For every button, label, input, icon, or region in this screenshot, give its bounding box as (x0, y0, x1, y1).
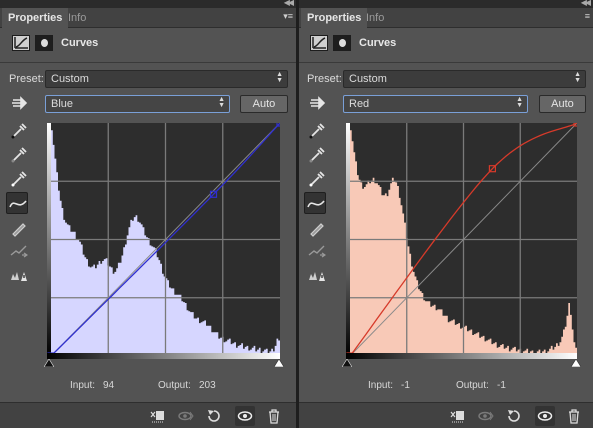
edit-points-curve-icon[interactable] (304, 192, 326, 214)
white-point-eyedropper-icon[interactable] (8, 168, 30, 190)
panel-menu-icon[interactable]: ≡ (585, 11, 590, 21)
black-point-eyedropper-icon[interactable] (8, 120, 30, 142)
curves-graph[interactable] (346, 123, 577, 356)
black-point-eyedropper-icon[interactable] (306, 120, 328, 142)
preset-label: Preset: (9, 73, 44, 85)
panel-tabbar: Properties Info ▾≡ (0, 8, 296, 28)
divider (0, 62, 296, 63)
on-image-adjust-tool[interactable] (8, 92, 30, 114)
panel-tabbar: Properties Info ≡ (299, 8, 593, 28)
curves-graph[interactable] (47, 123, 280, 356)
panel-bottom-bar (0, 402, 296, 428)
select-arrows-icon: ▲ ▼ (218, 96, 225, 109)
clipping-warning-icon[interactable] (8, 264, 30, 286)
select-arrows-icon: ▲ ▼ (516, 96, 523, 109)
output-readout-value: -1 (497, 380, 506, 391)
adjustment-header: Curves (299, 30, 593, 58)
clip-to-layer-icon[interactable] (448, 406, 468, 426)
reset-icon[interactable] (504, 406, 524, 426)
smooth-curve-icon[interactable] (306, 240, 328, 262)
input-gradient-bar (346, 123, 350, 356)
reset-icon[interactable] (204, 406, 224, 426)
tab-properties[interactable]: Properties (2, 8, 69, 28)
preset-select[interactable]: Custom ▲ ▼ (45, 70, 288, 88)
delete-trash-icon[interactable] (564, 406, 584, 426)
channel-select[interactable]: Blue ▲ ▼ (45, 95, 230, 113)
channel-value: Blue (51, 98, 74, 110)
pencil-draw-icon[interactable] (8, 217, 30, 239)
clipping-warning-icon[interactable] (306, 264, 328, 286)
edit-points-curve-icon[interactable] (6, 192, 28, 214)
collapse-icon[interactable]: ◀◀ (581, 0, 591, 7)
panel-top-strip: ◀◀ (0, 0, 296, 8)
view-previous-state-icon[interactable] (176, 406, 196, 426)
properties-panel-blue: ◀◀ Properties Info ▾≡ Curves Preset: Cus… (0, 0, 296, 428)
preset-value: Custom (51, 73, 89, 85)
output-readout-label: Output: (456, 380, 489, 391)
preset-label: Preset: (307, 73, 342, 85)
output-gradient-bar (47, 353, 280, 359)
panel-title: Curves (61, 37, 99, 49)
white-input-slider[interactable] (274, 359, 284, 367)
input-readout-label: Input: (368, 380, 394, 391)
panel-title: Curves (359, 37, 397, 49)
channel-value: Red (349, 98, 370, 110)
select-arrows-icon: ▲ ▼ (276, 71, 283, 84)
divider (299, 62, 593, 63)
clip-to-layer-icon[interactable] (148, 406, 168, 426)
select-arrows-icon: ▲ ▼ (574, 71, 581, 84)
output-readout-label: Output: (158, 380, 191, 391)
visibility-eye-icon[interactable] (235, 406, 255, 426)
delete-trash-icon[interactable] (264, 406, 284, 426)
gray-point-eyedropper-icon[interactable] (8, 144, 30, 166)
pencil-draw-icon[interactable] (306, 217, 328, 239)
tab-info[interactable]: Info (62, 8, 92, 28)
on-image-adjust-tool[interactable] (306, 92, 328, 114)
curves-adjustment-icon[interactable] (310, 35, 328, 51)
preset-select[interactable]: Custom ▲ ▼ (343, 70, 586, 88)
curves-adjustment-icon[interactable] (12, 35, 30, 51)
input-readout-value: -1 (401, 380, 410, 391)
panel-bottom-bar (299, 402, 593, 428)
output-gradient-bar (346, 353, 577, 359)
white-input-slider[interactable] (571, 359, 581, 367)
properties-panel-red: ◀◀ Properties Info ≡ Curves Preset: Cust… (299, 0, 593, 428)
channel-select[interactable]: Red ▲ ▼ (343, 95, 528, 113)
view-previous-state-icon[interactable] (476, 406, 496, 426)
gray-point-eyedropper-icon[interactable] (306, 144, 328, 166)
panel-menu-icon[interactable]: ▾≡ (283, 11, 293, 22)
black-input-slider[interactable] (342, 359, 352, 367)
preset-value: Custom (349, 73, 387, 85)
visibility-eye-icon[interactable] (535, 406, 555, 426)
output-readout-value: 203 (199, 380, 216, 391)
input-readout-value: 94 (103, 380, 115, 391)
auto-button[interactable]: Auto (539, 95, 586, 113)
panel-top-strip: ◀◀ (299, 0, 593, 8)
auto-button[interactable]: Auto (240, 95, 288, 113)
smooth-curve-icon[interactable] (8, 240, 30, 262)
input-readout-label: Input: (70, 380, 96, 391)
collapse-icon[interactable]: ◀◀ (284, 0, 294, 7)
adjustment-header: Curves (0, 30, 296, 58)
tab-properties[interactable]: Properties (301, 8, 368, 28)
layer-mask-icon[interactable] (333, 35, 351, 51)
black-input-slider[interactable] (44, 359, 54, 367)
tab-info[interactable]: Info (360, 8, 390, 28)
white-point-eyedropper-icon[interactable] (306, 168, 328, 190)
input-gradient-bar (47, 123, 51, 356)
layer-mask-icon[interactable] (35, 35, 53, 51)
